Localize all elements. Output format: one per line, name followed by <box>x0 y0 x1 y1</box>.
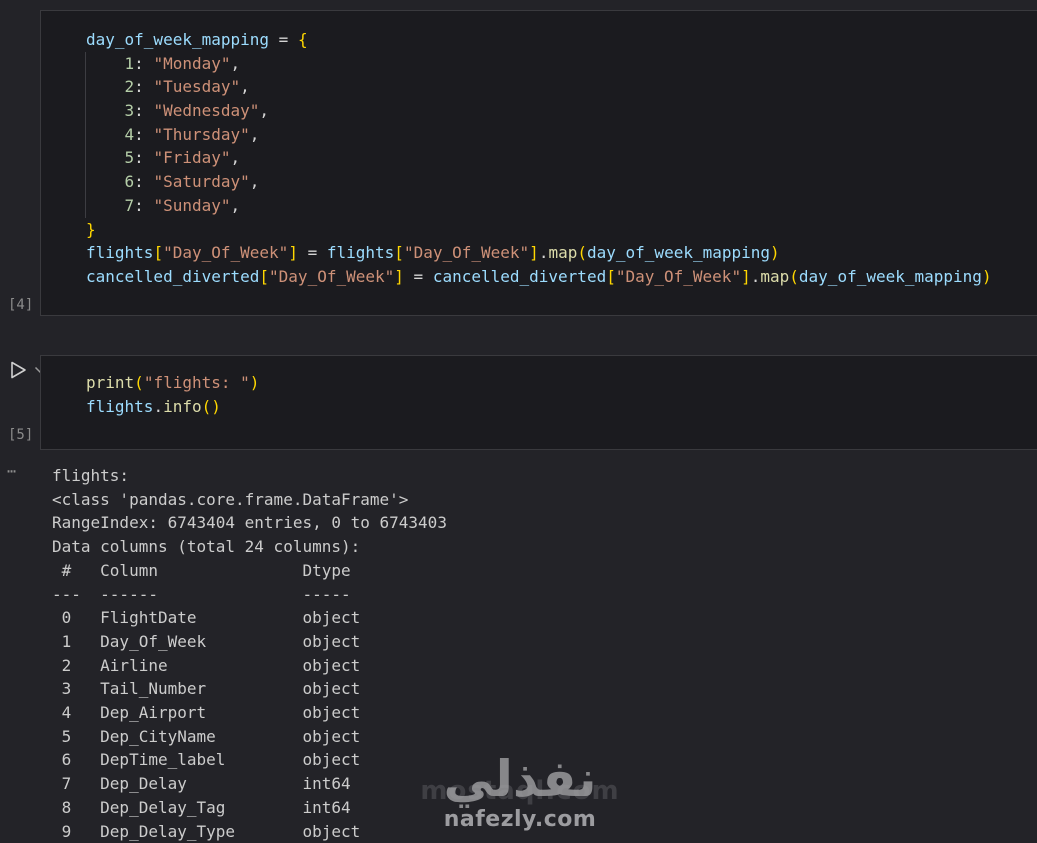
play-icon <box>11 361 26 379</box>
output-collapse-indicator[interactable]: ⋯ <box>7 462 17 480</box>
execution-count-4: [4] <box>8 297 34 313</box>
execution-count-5: [5] <box>8 427 34 443</box>
watermark-site-text: nafezly.com <box>443 807 597 832</box>
code-cell-2[interactable]: print("flights: ") flights.info() <box>40 355 1037 450</box>
code-editor-2[interactable]: print("flights: ") flights.info() <box>41 356 1037 418</box>
run-cell-button[interactable] <box>7 359 29 381</box>
watermark-mostaql-text: mostaql.com <box>420 776 620 806</box>
code-cell-1[interactable]: day_of_week_mapping = { 1: "Monday", 2: … <box>40 10 1037 316</box>
watermark: mostaql.com نفذلي nafezly.com <box>420 750 618 832</box>
notebook-editor: day_of_week_mapping = { 1: "Monday", 2: … <box>0 0 1037 842</box>
cell-output-text: flights: <class 'pandas.core.frame.DataF… <box>52 466 447 841</box>
watermark-arabic-logo: نفذلي <box>443 750 597 808</box>
code-editor-1[interactable]: day_of_week_mapping = { 1: "Monday", 2: … <box>41 11 1037 289</box>
